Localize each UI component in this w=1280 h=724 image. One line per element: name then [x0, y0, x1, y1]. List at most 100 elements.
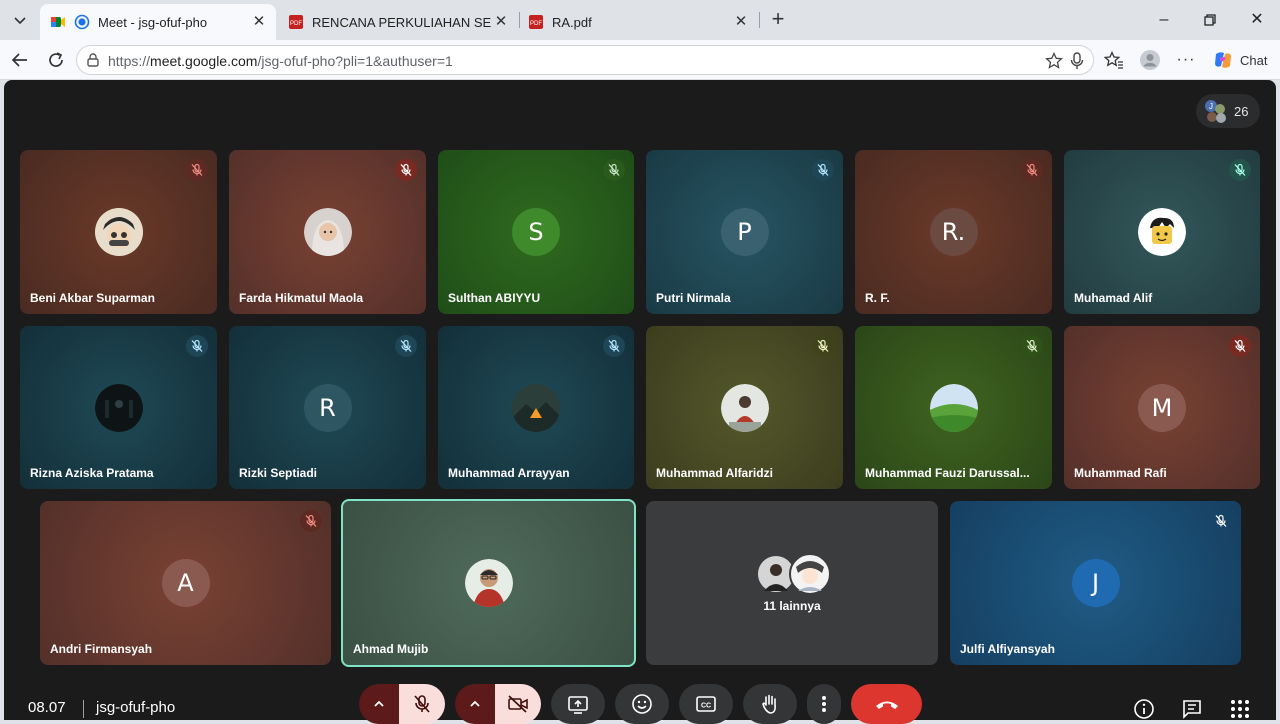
participant-tile[interactable]: M Muhammad Rafi	[1064, 326, 1260, 489]
close-icon[interactable]: ✕	[250, 13, 268, 31]
mic-icon[interactable]	[1069, 52, 1085, 70]
avatar: R	[303, 383, 352, 432]
recording-dot-icon	[74, 14, 90, 30]
tab-divider	[759, 12, 760, 28]
chat-icon	[1183, 700, 1201, 719]
address-bar[interactable]: https://meet.google.com/jsg-ofuf-pho?pli…	[76, 45, 1094, 75]
others-tile[interactable]: 11 lainnya	[646, 501, 938, 665]
avatar	[929, 383, 978, 432]
participant-tile[interactable]: A Andri Firmansyah	[40, 501, 331, 665]
participant-tile[interactable]: Beni Akbar Suparman	[20, 150, 217, 314]
participant-tile[interactable]: Muhammad Arrayyan	[438, 326, 634, 489]
mic-off-icon	[1229, 159, 1251, 181]
back-icon[interactable]	[8, 48, 32, 72]
avatar: S	[512, 208, 560, 256]
avatar	[720, 383, 769, 432]
captions-button[interactable]: CC	[679, 684, 733, 724]
pdf-icon: PDF	[289, 15, 303, 29]
mic-off-icon	[812, 159, 834, 181]
mic-off-icon	[395, 335, 417, 357]
avatar: P	[720, 208, 769, 256]
close-icon[interactable]: ✕	[732, 13, 750, 31]
reload-icon[interactable]	[44, 48, 68, 72]
tab-meet[interactable]: Meet - jsg-ofuf-pho ✕	[40, 4, 276, 40]
avatar: R.	[929, 208, 978, 256]
close-icon[interactable]: ✕	[492, 13, 510, 31]
mic-off-icon	[186, 335, 208, 357]
participant-name: Muhamad Alif	[1074, 291, 1153, 305]
participant-count: 26	[1234, 104, 1249, 119]
more-icon[interactable]: ···	[1174, 48, 1198, 72]
participant-tile[interactable]: P Putri Nirmala	[646, 150, 843, 314]
participant-name: Muhammad Arrayyan	[448, 466, 570, 480]
avatar	[303, 208, 352, 256]
chat-label: Chat	[1240, 52, 1268, 68]
avatar: M	[1138, 383, 1186, 432]
others-avatars	[756, 553, 831, 595]
restore-icon[interactable]	[1198, 8, 1222, 32]
mic-toggle-button[interactable]	[399, 684, 445, 724]
mic-off-icon	[603, 159, 625, 181]
participant-tile[interactable]: Farda Hikmatul Maola	[229, 150, 426, 314]
profile-icon[interactable]	[1138, 48, 1162, 72]
url-text[interactable]: https://meet.google.com/jsg-ofuf-pho?pli…	[108, 53, 453, 69]
participant-tile[interactable]: R. R. F.	[855, 150, 1052, 314]
participant-name: R. F.	[865, 291, 890, 305]
leave-call-button[interactable]	[851, 684, 922, 724]
participant-tile[interactable]: J Julfi Alfiyansyah	[950, 501, 1241, 665]
activities-button[interactable]	[1228, 697, 1252, 721]
participant-name: Muhammad Alfaridzi	[656, 466, 773, 480]
participant-name: Andri Firmansyah	[50, 642, 153, 656]
participant-tile[interactable]: Muhammad Alfaridzi	[646, 326, 843, 489]
mic-off-icon	[395, 159, 417, 181]
present-icon	[568, 696, 588, 714]
emoji-icon	[632, 694, 652, 714]
participant-name: Sulthan ABIYYU	[448, 291, 541, 305]
site-info-icon[interactable]	[85, 52, 101, 68]
more-options-button[interactable]	[807, 684, 841, 724]
favorites-icon[interactable]	[1102, 48, 1126, 72]
tab-rencana[interactable]: PDF RENCANA PERKULIAHAN SEMEST ✕	[278, 4, 518, 40]
raise-hand-button[interactable]	[743, 684, 797, 724]
meeting-details-button[interactable]	[1132, 697, 1156, 721]
participants-chip[interactable]: J 26	[1196, 94, 1260, 128]
copilot-icon	[1215, 52, 1231, 68]
participant-name: Muhammad Rafi	[1074, 466, 1167, 480]
meet-icon	[51, 17, 65, 27]
captions-icon: CC	[696, 696, 716, 712]
plus-icon[interactable]: +	[766, 8, 790, 32]
participant-tile[interactable]: Muhammad Fauzi Darussal...	[855, 326, 1052, 489]
participant-tile[interactable]: Rizna Aziska Pratama	[20, 326, 217, 489]
copilot-chat-button[interactable]: Chat	[1206, 46, 1273, 74]
chat-button[interactable]	[1180, 697, 1204, 721]
minimize-icon[interactable]: –	[1152, 8, 1176, 32]
tab-ra-pdf[interactable]: PDF RA.pdf ✕	[518, 4, 758, 40]
audio-options-button[interactable]	[359, 684, 399, 724]
tab-title: RA.pdf	[552, 14, 592, 30]
participant-tile[interactable]: Muhamad Alif	[1064, 150, 1260, 314]
svg-text:PDF: PDF	[290, 21, 302, 27]
activities-icon	[1231, 700, 1249, 718]
active-speaker-tile[interactable]: Ahmad Mujib	[341, 499, 636, 667]
avatar	[94, 383, 143, 432]
mic-off-icon	[812, 335, 834, 357]
close-window-icon[interactable]: ✕	[1245, 8, 1269, 32]
chevron-up-icon	[470, 700, 480, 707]
star-icon[interactable]	[1045, 52, 1063, 70]
present-button[interactable]	[551, 684, 605, 724]
browser-tab-strip: Meet - jsg-ofuf-pho ✕ PDF RENCANA PERKUL…	[0, 0, 1280, 40]
reactions-button[interactable]	[615, 684, 669, 724]
end-call-icon	[875, 701, 898, 709]
participant-name: Farda Hikmatul Maola	[239, 291, 364, 305]
participant-name: Rizna Aziska Pratama	[30, 466, 154, 480]
participant-tile[interactable]: S Sulthan ABIYYU	[438, 150, 634, 314]
info-icon	[1134, 699, 1154, 719]
camera-toggle-button[interactable]	[495, 684, 541, 724]
participant-name: Julfi Alfiyansyah	[960, 642, 1055, 656]
avatar	[94, 208, 143, 256]
mic-off-icon	[1229, 335, 1251, 357]
participant-tile[interactable]: R Rizki Septiadi	[229, 326, 426, 489]
tab-list-button[interactable]	[6, 8, 34, 32]
video-options-button[interactable]	[455, 684, 495, 724]
svg-text:PDF: PDF	[530, 21, 542, 27]
